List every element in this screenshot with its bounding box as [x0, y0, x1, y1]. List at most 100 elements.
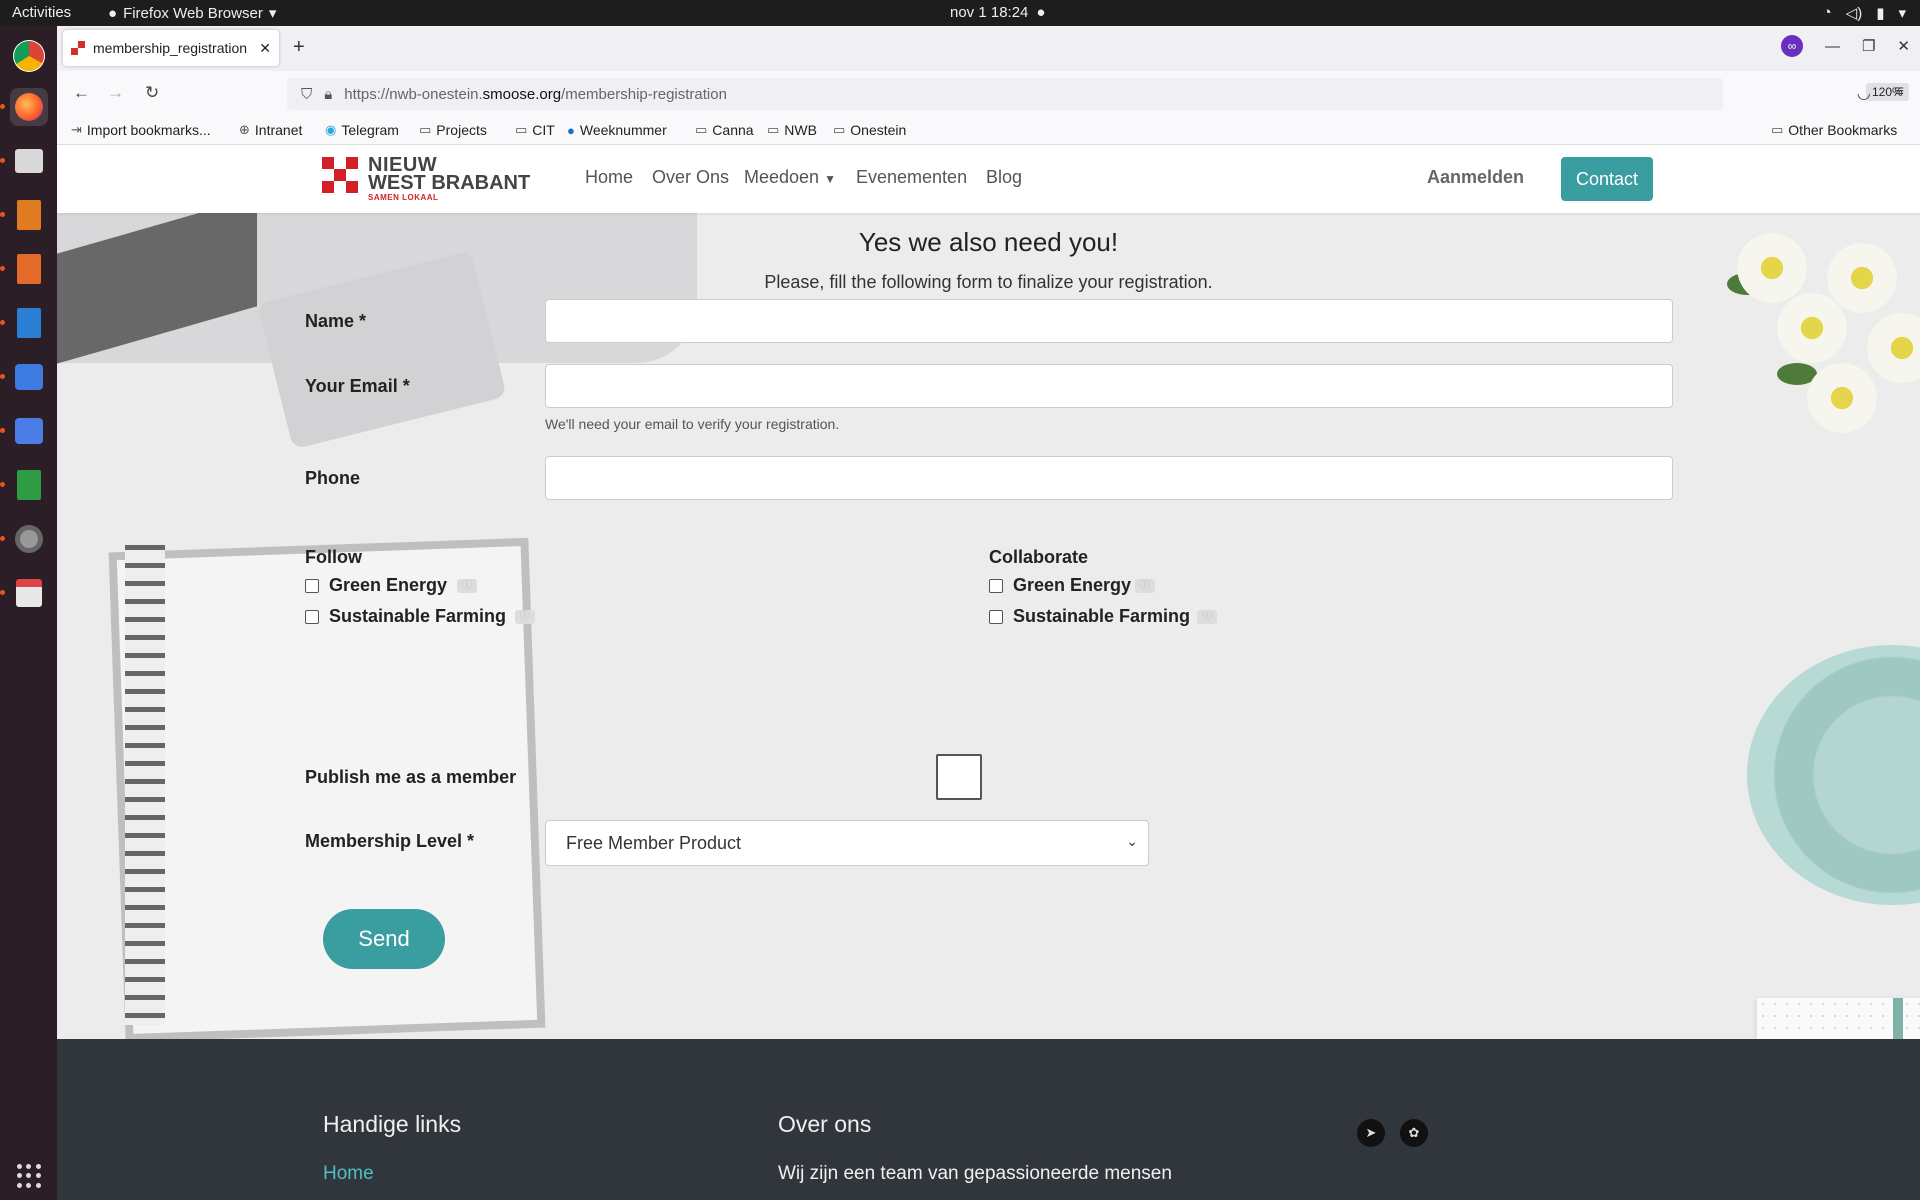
firefox-window: membership_registration ✕ + ∞ — ❐ ✕ ← → … [57, 26, 1920, 1200]
tab-title: membership_registration [93, 40, 248, 56]
login-button[interactable]: Aanmelden [1427, 167, 1524, 188]
follow-sustainable-farming-checkbox[interactable] [305, 610, 319, 624]
forward-icon[interactable]: → [107, 83, 124, 103]
window-controls: ∞ — ❐ ✕ [1780, 35, 1910, 57]
info-icon[interactable]: ⓘ [457, 579, 477, 593]
notebook-spiral [125, 545, 165, 1025]
files-icon[interactable] [0, 142, 48, 180]
bookmark-intranet[interactable]: ⊕ Intranet [239, 122, 302, 138]
phone-field[interactable] [545, 456, 1673, 500]
new-tab-icon[interactable]: + [293, 36, 305, 59]
writer-icon[interactable] [0, 304, 48, 342]
contact-button[interactable]: Contact [1561, 157, 1653, 201]
email-field[interactable] [545, 364, 1673, 408]
menu-icon[interactable]: ≡ [1895, 83, 1904, 103]
activities-button[interactable]: Activities [12, 4, 71, 21]
info-icon[interactable]: ⓘ [515, 610, 535, 624]
phone-label: Phone [305, 468, 361, 488]
send-button[interactable]: Send [323, 909, 445, 969]
notification-dot-icon: ● [1036, 4, 1046, 21]
site-favicon-icon [71, 41, 85, 55]
folder-icon: ▭ [833, 122, 846, 137]
menu-meedoen[interactable]: Meedoen ▼ [744, 167, 836, 188]
calc-icon[interactable] [0, 466, 48, 504]
chevron-down-icon: ▼ [824, 172, 836, 186]
viewer-icon[interactable] [0, 574, 48, 612]
settings-icon[interactable] [0, 520, 48, 558]
form-heading: Yes we also need you! Please, fill the f… [57, 227, 1920, 293]
extension-icon[interactable]: ∞ [1780, 35, 1803, 57]
impress-icon[interactable] [0, 196, 48, 234]
follow-sustainable-farming-label: Sustainable Farming [329, 606, 507, 626]
system-tray[interactable]: ◔ ◁) ▮ ▾ [1823, 4, 1906, 22]
bookmark-import[interactable]: ⇥ Import bookmarks... [71, 122, 211, 138]
reload-icon[interactable]: ↻ [145, 83, 159, 103]
folder-icon: ▭ [515, 122, 528, 137]
bookmark-nwb[interactable]: ▭ NWB [767, 122, 817, 138]
collaborate-sustainable-farming-checkbox[interactable] [989, 610, 1003, 624]
wifi-icon: ◔ [1822, 4, 1832, 21]
menu-home[interactable]: Home [585, 167, 633, 188]
telegram-icon[interactable]: ➤ [1357, 1119, 1385, 1147]
name-field[interactable] [545, 299, 1673, 343]
bookmark-other[interactable]: ▭ Other Bookmarks [1771, 122, 1897, 138]
presentation-icon[interactable] [0, 250, 48, 288]
folder-icon: ▭ [695, 122, 708, 137]
membership-label: Membership Level * [305, 831, 475, 851]
toolbar-right: ◡ ≡ [1857, 83, 1904, 103]
chevron-down-icon: ⌄ [1126, 833, 1138, 849]
footer-link-home[interactable]: Home [323, 1163, 374, 1185]
bookmark-telegram[interactable]: ◉ Telegram [325, 122, 399, 138]
app-menu[interactable]: ● Firefox Web Browser ▾ [108, 4, 276, 23]
back-icon[interactable]: ← [73, 83, 90, 103]
bookmark-onestein[interactable]: ▭ Onestein [833, 122, 906, 138]
lock-icon[interactable]: 🔒︎ [324, 86, 332, 103]
email-hint: We'll need your email to verify your reg… [545, 416, 840, 432]
collaborate-green-energy-label: Green Energy [1013, 575, 1132, 595]
bookmarks-bar: ⇥ Import bookmarks... ⊕ Intranet ◉ Telegram… [57, 117, 1920, 145]
logo-line2: WEST BRABANT [368, 172, 531, 194]
site-footer: Handige links Home Over ons Wij zijn een… [57, 1039, 1920, 1200]
chrome-icon[interactable] [12, 40, 45, 72]
tab-membership-registration[interactable]: membership_registration ✕ [63, 30, 279, 66]
footer-about-heading: Over ons [778, 1111, 872, 1137]
follow-green-energy-checkbox[interactable] [305, 579, 319, 593]
calendar-icon: ● [567, 122, 575, 138]
collaborate-green-energy-checkbox[interactable] [989, 579, 1003, 593]
url-bar[interactable]: ⛉ 🔒︎ https://nwb-onestein.smoose.org/mem… [287, 78, 1909, 110]
info-icon[interactable]: ⓘ [1197, 610, 1217, 624]
publish-label: Publish me as a member [305, 767, 517, 787]
restore-icon[interactable]: ❐ [1862, 37, 1875, 55]
publish-checkbox[interactable] [936, 754, 982, 800]
bookmark-cit[interactable]: ▭ CIT [515, 122, 555, 138]
bookmark-projects[interactable]: ▭ Projects [419, 122, 487, 138]
pocket-icon[interactable]: ◡ [1857, 83, 1871, 103]
show-apps-icon[interactable] [17, 1164, 41, 1188]
membership-select[interactable]: Free Member Product ⌄ [545, 820, 1149, 866]
footer-links-heading: Handige links [323, 1111, 462, 1137]
close-window-icon[interactable]: ✕ [1897, 37, 1910, 55]
bookmark-weeknummer[interactable]: ● Weeknummer [567, 122, 667, 138]
footer-about-text: Wij zijn een team van gepassioneerde men… [778, 1163, 1172, 1184]
site-logo[interactable]: NIEUW WEST BRABANT SAMEN LOKAAL [322, 155, 542, 203]
menu-over-ons[interactable]: Over Ons [652, 167, 729, 188]
name-label: Name * [305, 311, 367, 331]
minimize-icon[interactable]: — [1825, 38, 1840, 55]
menu-blog[interactable]: Blog [986, 167, 1022, 188]
folder-icon: ▭ [767, 122, 780, 137]
community-icon[interactable]: ✿ [1400, 1119, 1428, 1147]
close-tab-icon[interactable]: ✕ [259, 40, 271, 57]
info-icon[interactable]: ⓘ [1135, 579, 1155, 593]
follow-label: Follow [305, 547, 362, 567]
tasks-icon[interactable] [0, 412, 48, 450]
clock[interactable]: nov 1 18:24 ● [950, 4, 1045, 21]
power-menu-icon: ▾ [1898, 5, 1906, 22]
clock-label: nov 1 18:24 [950, 4, 1029, 21]
menu-evenementen[interactable]: Evenementen [856, 167, 967, 188]
firefox-icon[interactable] [0, 88, 48, 126]
globe-icon: ⊕ [239, 122, 250, 137]
bookmark-canna[interactable]: ▭ Canna [695, 122, 754, 138]
volume-icon: ◁) [1845, 5, 1863, 22]
shield-icon[interactable]: ⛉ [301, 86, 312, 103]
screenshot-icon[interactable] [0, 358, 48, 396]
